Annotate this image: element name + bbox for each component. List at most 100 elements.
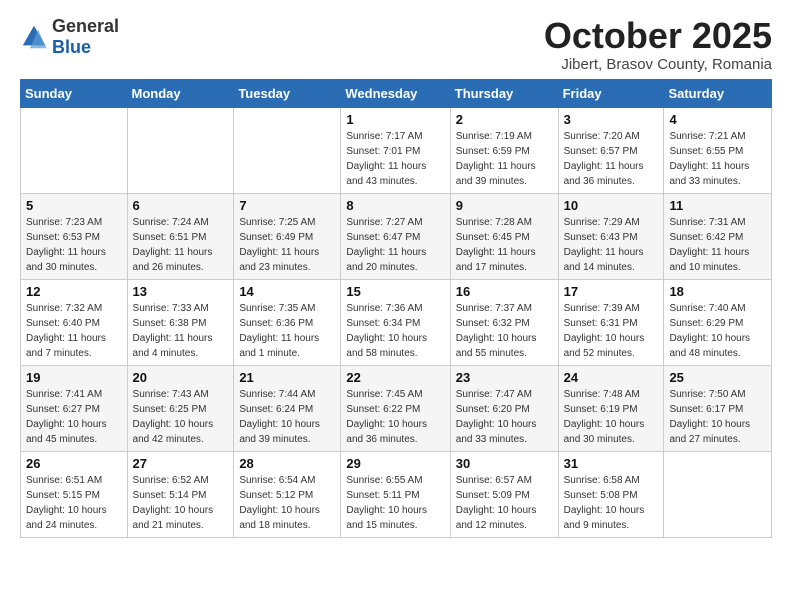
calendar-cell: 9 Sunrise: 7:28 AM Sunset: 6:45 PM Daylig…: [450, 193, 558, 279]
day-number: 26: [26, 456, 122, 471]
day-number: 3: [564, 112, 659, 127]
col-saturday: Saturday: [664, 79, 772, 107]
day-info: Sunrise: 7:39 AM Sunset: 6:31 PM Dayligh…: [564, 301, 659, 361]
calendar-header-row: Sunday Monday Tuesday Wednesday Thursday…: [21, 79, 772, 107]
logo: General Blue: [20, 16, 119, 58]
col-thursday: Thursday: [450, 79, 558, 107]
logo-blue: Blue: [52, 37, 91, 57]
day-number: 4: [669, 112, 766, 127]
day-info: Sunrise: 6:57 AM Sunset: 5:09 PM Dayligh…: [456, 473, 553, 533]
day-number: 25: [669, 370, 766, 385]
day-info: Sunrise: 7:19 AM Sunset: 6:59 PM Dayligh…: [456, 129, 553, 189]
calendar-cell: 15Sunrise: 7:36 AM Sunset: 6:34 PM Dayli…: [341, 279, 450, 365]
calendar-cell: 5 Sunrise: 7:23 AM Sunset: 6:53 PM Daylig…: [21, 193, 128, 279]
day-info: Sunrise: 7:24 AM Sunset: 6:51 PM Dayligh…: [133, 215, 229, 275]
col-sunday: Sunday: [21, 79, 128, 107]
day-number: 9: [456, 198, 553, 213]
calendar-cell: 3Sunrise: 7:20 AM Sunset: 6:57 PM Daylig…: [558, 107, 664, 193]
day-info: Sunrise: 7:37 AM Sunset: 6:32 PM Dayligh…: [456, 301, 553, 361]
day-number: 15: [346, 284, 444, 299]
calendar-cell: 1 Sunrise: 7:17 AM Sunset: 7:01 PM Daylig…: [341, 107, 450, 193]
calendar-cell: 8Sunrise: 7:27 AM Sunset: 6:47 PM Daylig…: [341, 193, 450, 279]
logo-general: General: [52, 16, 119, 36]
day-number: 28: [239, 456, 335, 471]
month-title: October 2025: [544, 16, 772, 56]
day-info: Sunrise: 7:43 AM Sunset: 6:25 PM Dayligh…: [133, 387, 229, 447]
day-number: 30: [456, 456, 553, 471]
day-number: 7: [239, 198, 335, 213]
day-info: Sunrise: 7:35 AM Sunset: 6:36 PM Dayligh…: [239, 301, 335, 361]
calendar-cell: 30 Sunrise: 6:57 AM Sunset: 5:09 PM Dayli…: [450, 451, 558, 537]
day-number: 22: [346, 370, 444, 385]
calendar-cell: 19 Sunrise: 7:41 AM Sunset: 6:27 PM Dayli…: [21, 365, 128, 451]
calendar-cell: 13 Sunrise: 7:33 AM Sunset: 6:38 PM Dayli…: [127, 279, 234, 365]
calendar-week-5: 26 Sunrise: 6:51 AM Sunset: 5:15 PM Dayli…: [21, 451, 772, 537]
day-info: Sunrise: 7:44 AM Sunset: 6:24 PM Dayligh…: [239, 387, 335, 447]
day-number: 13: [133, 284, 229, 299]
day-info: Sunrise: 7:40 AM Sunset: 6:29 PM Dayligh…: [669, 301, 766, 361]
day-info: Sunrise: 6:54 AM Sunset: 5:12 PM Dayligh…: [239, 473, 335, 533]
title-block: October 2025 Jibert, Brasov County, Roma…: [544, 16, 772, 73]
logo-text: General Blue: [52, 16, 119, 58]
day-number: 11: [669, 198, 766, 213]
day-info: Sunrise: 7:17 AM Sunset: 7:01 PM Dayligh…: [346, 129, 444, 189]
calendar-cell: 31 Sunrise: 6:58 AM Sunset: 5:08 PM Dayli…: [558, 451, 664, 537]
calendar-cell: 18 Sunrise: 7:40 AM Sunset: 6:29 PM Dayli…: [664, 279, 772, 365]
day-number: 2: [456, 112, 553, 127]
day-info: Sunrise: 7:31 AM Sunset: 6:42 PM Dayligh…: [669, 215, 766, 275]
day-info: Sunrise: 7:27 AM Sunset: 6:47 PM Dayligh…: [346, 215, 444, 275]
calendar-week-1: 1 Sunrise: 7:17 AM Sunset: 7:01 PM Daylig…: [21, 107, 772, 193]
calendar-cell: 2 Sunrise: 7:19 AM Sunset: 6:59 PM Daylig…: [450, 107, 558, 193]
day-number: 19: [26, 370, 122, 385]
day-info: Sunrise: 7:48 AM Sunset: 6:19 PM Dayligh…: [564, 387, 659, 447]
header: General Blue October 2025 Jibert, Brasov…: [20, 16, 772, 73]
col-wednesday: Wednesday: [341, 79, 450, 107]
calendar-cell: 10Sunrise: 7:29 AM Sunset: 6:43 PM Dayli…: [558, 193, 664, 279]
day-number: 14: [239, 284, 335, 299]
col-monday: Monday: [127, 79, 234, 107]
calendar-table: Sunday Monday Tuesday Wednesday Thursday…: [20, 79, 772, 538]
day-info: Sunrise: 7:33 AM Sunset: 6:38 PM Dayligh…: [133, 301, 229, 361]
calendar-cell: 11 Sunrise: 7:31 AM Sunset: 6:42 PM Dayli…: [664, 193, 772, 279]
day-number: 20: [133, 370, 229, 385]
day-info: Sunrise: 7:25 AM Sunset: 6:49 PM Dayligh…: [239, 215, 335, 275]
day-number: 16: [456, 284, 553, 299]
calendar-cell: 4 Sunrise: 7:21 AM Sunset: 6:55 PM Daylig…: [664, 107, 772, 193]
day-number: 21: [239, 370, 335, 385]
day-number: 24: [564, 370, 659, 385]
day-info: Sunrise: 7:32 AM Sunset: 6:40 PM Dayligh…: [26, 301, 122, 361]
day-number: 18: [669, 284, 766, 299]
day-number: 5: [26, 198, 122, 213]
calendar-week-3: 12 Sunrise: 7:32 AM Sunset: 6:40 PM Dayli…: [21, 279, 772, 365]
day-number: 31: [564, 456, 659, 471]
calendar-cell: 17Sunrise: 7:39 AM Sunset: 6:31 PM Dayli…: [558, 279, 664, 365]
calendar-cell: 28 Sunrise: 6:54 AM Sunset: 5:12 PM Dayli…: [234, 451, 341, 537]
day-info: Sunrise: 6:58 AM Sunset: 5:08 PM Dayligh…: [564, 473, 659, 533]
calendar-cell: 6Sunrise: 7:24 AM Sunset: 6:51 PM Daylig…: [127, 193, 234, 279]
day-info: Sunrise: 7:50 AM Sunset: 6:17 PM Dayligh…: [669, 387, 766, 447]
logo-icon: [20, 23, 48, 51]
calendar-cell: 16 Sunrise: 7:37 AM Sunset: 6:32 PM Dayli…: [450, 279, 558, 365]
subtitle: Jibert, Brasov County, Romania: [544, 56, 772, 73]
calendar-week-2: 5 Sunrise: 7:23 AM Sunset: 6:53 PM Daylig…: [21, 193, 772, 279]
day-info: Sunrise: 7:21 AM Sunset: 6:55 PM Dayligh…: [669, 129, 766, 189]
day-info: Sunrise: 6:51 AM Sunset: 5:15 PM Dayligh…: [26, 473, 122, 533]
day-info: Sunrise: 7:23 AM Sunset: 6:53 PM Dayligh…: [26, 215, 122, 275]
day-info: Sunrise: 7:28 AM Sunset: 6:45 PM Dayligh…: [456, 215, 553, 275]
col-tuesday: Tuesday: [234, 79, 341, 107]
day-number: 1: [346, 112, 444, 127]
page: General Blue October 2025 Jibert, Brasov…: [0, 0, 792, 558]
calendar-cell: 23Sunrise: 7:47 AM Sunset: 6:20 PM Dayli…: [450, 365, 558, 451]
calendar-cell: 26 Sunrise: 6:51 AM Sunset: 5:15 PM Dayli…: [21, 451, 128, 537]
calendar-cell: [21, 107, 128, 193]
calendar-cell: 25 Sunrise: 7:50 AM Sunset: 6:17 PM Dayli…: [664, 365, 772, 451]
day-info: Sunrise: 7:29 AM Sunset: 6:43 PM Dayligh…: [564, 215, 659, 275]
calendar-cell: 27Sunrise: 6:52 AM Sunset: 5:14 PM Dayli…: [127, 451, 234, 537]
day-number: 12: [26, 284, 122, 299]
calendar-cell: [234, 107, 341, 193]
calendar-week-4: 19 Sunrise: 7:41 AM Sunset: 6:27 PM Dayli…: [21, 365, 772, 451]
calendar-cell: 24 Sunrise: 7:48 AM Sunset: 6:19 PM Dayli…: [558, 365, 664, 451]
day-info: Sunrise: 7:41 AM Sunset: 6:27 PM Dayligh…: [26, 387, 122, 447]
calendar-cell: [664, 451, 772, 537]
calendar-cell: 12 Sunrise: 7:32 AM Sunset: 6:40 PM Dayli…: [21, 279, 128, 365]
